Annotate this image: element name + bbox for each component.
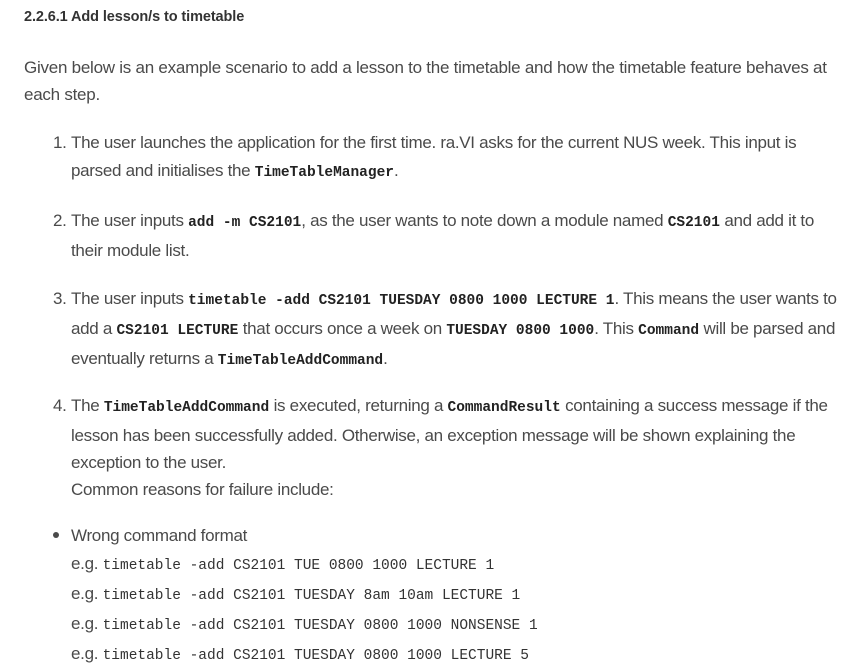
example-code: timetable -add CS2101 TUE 0800 1000 LECT… <box>102 558 495 574</box>
step-text: their module list. <box>71 241 190 260</box>
bullet-icon <box>53 531 59 538</box>
example-code: timetable -add CS2101 TUESDAY 8am 10am L… <box>102 588 521 604</box>
intro-line: each step. <box>24 85 100 104</box>
inline-code: TimeTableAddCommand <box>103 400 270 416</box>
step-4: 4. The TimeTableAddCommand is executed, r… <box>53 392 853 503</box>
inline-code: CS2101 <box>667 215 720 231</box>
step-text: The user launches the application for th… <box>71 133 797 152</box>
inline-code: CS2101 LECTURE <box>116 323 239 339</box>
section-heading: 2.2.6.1 Add lesson/s to timetable <box>24 9 245 25</box>
bullet-title: Wrong command format <box>71 526 248 545</box>
example-line: e.g. timetable -add CS2101 TUE 0800 1000… <box>71 554 495 574</box>
step-text: lesson has been successfully added. Othe… <box>71 426 796 445</box>
inline-code: TUESDAY 0800 1000 <box>446 323 595 339</box>
step-1: 1. The user launches the application for … <box>53 129 853 187</box>
step-text: parsed and initialises the <box>71 161 255 180</box>
step-number: 1. <box>53 133 67 152</box>
example-line: e.g. timetable -add CS2101 TUESDAY 8am 1… <box>71 584 521 604</box>
example-line: e.g. timetable -add CS2101 TUESDAY 0800 … <box>71 644 529 664</box>
example-code: timetable -add CS2101 TUESDAY 0800 1000 … <box>102 618 538 634</box>
step-number: 3. <box>53 289 67 308</box>
inline-code: Command <box>638 323 700 339</box>
inline-code: TimeTableManager <box>254 165 394 181</box>
example-line: e.g. timetable -add CS2101 TUESDAY 0800 … <box>71 614 538 634</box>
step-number: 2. <box>53 211 67 230</box>
example-code: timetable -add CS2101 TUESDAY 0800 1000 … <box>102 648 529 664</box>
intro-paragraph: Given below is an example scenario to ad… <box>24 54 854 108</box>
step-number: 4. <box>53 396 67 415</box>
step-text: exception to the user. <box>71 453 227 472</box>
inline-code: TimeTableAddCommand <box>217 353 384 369</box>
step-3: 3. The user inputs timetable -add CS2101 … <box>53 285 853 375</box>
documentation-page: 2.2.6.1 Add lesson/s to timetable Given … <box>0 0 856 664</box>
inline-code: add -m CS2101 <box>188 215 302 231</box>
failure-reasons-list: Wrong command format e.g. timetable -add… <box>53 522 853 670</box>
inline-code: timetable -add CS2101 TUESDAY 0800 1000 … <box>188 293 615 309</box>
list-item: Wrong command format <box>53 522 853 550</box>
step-2: 2. The user inputs add -m CS2101, as the … <box>53 207 853 265</box>
inline-code: CommandResult <box>447 400 561 416</box>
intro-line: Given below is an example scenario to ad… <box>24 58 827 77</box>
step-text: Common reasons for failure include: <box>71 480 334 499</box>
